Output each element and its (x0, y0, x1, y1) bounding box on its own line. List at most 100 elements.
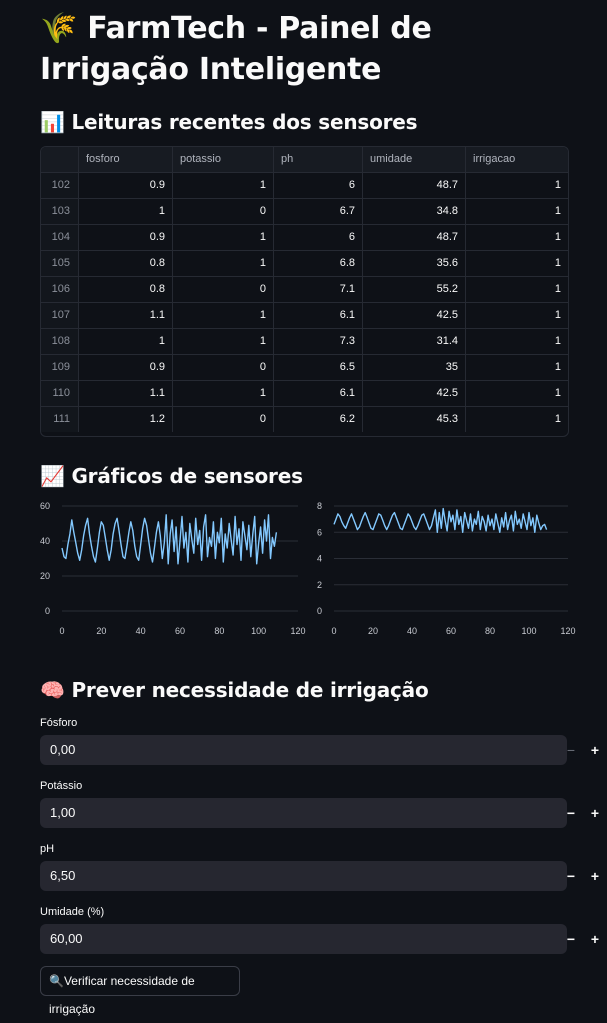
table-cell[interactable]: 6.8 (274, 251, 363, 276)
chart-right[interactable]: 0 2 4 6 8 0 20 40 60 80 100 120 (302, 496, 576, 641)
table-row: 105 0.8 1 6.8 35.6 1 (41, 251, 568, 277)
table-cell[interactable]: 6 (274, 225, 363, 250)
table-cell[interactable]: 1 (466, 225, 568, 250)
table-cell[interactable]: 0 (173, 407, 274, 432)
table-cell[interactable]: 35.6 (363, 251, 466, 276)
phosphorus-input[interactable]: 0,00 − + (40, 735, 599, 765)
table-cell[interactable]: 1 (466, 381, 568, 406)
table-cell[interactable]: 1 (173, 303, 274, 328)
table-cell[interactable]: 1.2 (79, 407, 173, 432)
table-cell[interactable]: 1 (466, 173, 568, 198)
humidity-increment-button[interactable]: + (582, 924, 607, 954)
table-row: 110 1.1 1 6.1 42.5 1 (41, 381, 568, 407)
charts-heading-text: Gráficos de sensores (71, 464, 303, 488)
ph-increment-button[interactable]: + (582, 861, 607, 891)
y-tick-label: 6 (317, 527, 322, 537)
line-chart-left[interactable]: 02040600 20 40 60 80 100 120 (30, 496, 306, 641)
phosphorus-increment-button[interactable]: + (582, 735, 607, 765)
table-cell[interactable]: 7.1 (274, 277, 363, 302)
predict-heading: 🧠 Prever necessidade de irrigação (40, 677, 429, 703)
predict-heading-text: Prever necessidade de irrigação (71, 678, 429, 702)
ph-value[interactable]: 6,50 (50, 861, 75, 891)
table-cell[interactable]: 1 (466, 355, 568, 380)
column-header[interactable]: fosforo (79, 147, 173, 172)
table-cell[interactable]: 1.1 (79, 381, 173, 406)
table-cell[interactable]: 1 (79, 199, 173, 224)
table-cell[interactable]: 55.2 (363, 277, 466, 302)
x-tick-label: 80 (485, 626, 495, 636)
table-cell[interactable]: 0 (173, 355, 274, 380)
table-cell[interactable]: 48.7 (363, 225, 466, 250)
x-tick-label: 0 (59, 626, 64, 636)
table-cell[interactable]: 1 (466, 329, 568, 354)
phosphorus-decrement-button[interactable]: − (558, 735, 584, 765)
table-cell[interactable]: 6.7 (274, 199, 363, 224)
table-cell[interactable]: 34.8 (363, 199, 466, 224)
index-header (41, 147, 79, 172)
humidity-input[interactable]: 60,00 − + (40, 924, 599, 954)
x-tick-label: 60 (446, 626, 456, 636)
table-cell[interactable]: 0.9 (79, 173, 173, 198)
line-chart-right[interactable]: 024680 20 40 60 80 100 120 (302, 496, 576, 641)
table-cell[interactable]: 0.8 (79, 277, 173, 302)
potassium-value[interactable]: 1,00 (50, 798, 75, 828)
table-cell[interactable]: 7.3 (274, 329, 363, 354)
potassium-decrement-button[interactable]: − (558, 798, 584, 828)
trend-chart-icon: 📈 (40, 464, 65, 488)
table-cell[interactable]: 1 (466, 407, 568, 432)
check-irrigation-button[interactable]: 🔍Verificar necessidade de irrigação (40, 966, 240, 1016)
table-cell[interactable]: 6.1 (274, 303, 363, 328)
humidity-decrement-button[interactable]: − (558, 924, 584, 954)
phosphorus-label: Fósforo (40, 717, 78, 729)
chart-left[interactable]: 0 20 40 60 0 20 40 60 80 100 120 (30, 496, 306, 641)
sensor-readings-table[interactable]: fosforo potassio ph umidade irrigacao 10… (40, 146, 569, 437)
potassium-increment-button[interactable]: + (582, 798, 607, 828)
rice-icon: 🌾 (40, 11, 78, 46)
x-tick-label: 40 (407, 626, 417, 636)
ph-input[interactable]: 6,50 − + (40, 861, 599, 891)
table-cell[interactable]: 1 (173, 329, 274, 354)
table-cell[interactable]: 1 (173, 381, 274, 406)
humidity-value[interactable]: 60,00 (50, 924, 83, 954)
table-cell[interactable]: 48.7 (363, 173, 466, 198)
table-cell[interactable]: 45.3 (363, 407, 466, 432)
table-cell[interactable]: 6.5 (274, 355, 363, 380)
table-cell[interactable]: 42.5 (363, 381, 466, 406)
table-cell[interactable]: 0 (173, 199, 274, 224)
row-index: 102 (41, 173, 79, 198)
x-tick-label: 20 (96, 626, 106, 636)
table-cell[interactable]: 31.4 (363, 329, 466, 354)
table-cell[interactable]: 1 (466, 303, 568, 328)
table-cell[interactable]: 0 (173, 277, 274, 302)
table-cell[interactable]: 0.9 (79, 355, 173, 380)
table-cell[interactable]: 1 (466, 251, 568, 276)
table-cell[interactable]: 35 (363, 355, 466, 380)
table-cell[interactable]: 1 (466, 199, 568, 224)
series-line[interactable] (61, 514, 278, 565)
phosphorus-value[interactable]: 0,00 (50, 735, 75, 765)
magnifier-icon: 🔍 (49, 974, 64, 988)
potassium-input[interactable]: 1,00 − + (40, 798, 599, 828)
table-cell[interactable]: 1 (466, 277, 568, 302)
table-cell[interactable]: 6.2 (274, 407, 363, 432)
table-cell[interactable]: 42.5 (363, 303, 466, 328)
ph-decrement-button[interactable]: − (558, 861, 584, 891)
x-tick-label: 0 (331, 626, 336, 636)
y-tick-label: 2 (317, 580, 322, 590)
page-title-text: FarmTech - Painel de Irrigação Inteligen… (40, 11, 432, 87)
table-cell[interactable]: 6.1 (274, 381, 363, 406)
table-cell[interactable]: 1.1 (79, 303, 173, 328)
table-cell[interactable]: 1 (173, 251, 274, 276)
table-cell[interactable]: 0.8 (79, 251, 173, 276)
table-cell[interactable]: 6 (274, 173, 363, 198)
column-header[interactable]: potassio (173, 147, 274, 172)
series-line[interactable] (333, 507, 548, 533)
table-cell[interactable]: 1 (79, 329, 173, 354)
row-index: 108 (41, 329, 79, 354)
table-cell[interactable]: 1 (173, 173, 274, 198)
column-header[interactable]: irrigacao (466, 147, 568, 172)
column-header[interactable]: umidade (363, 147, 466, 172)
column-header[interactable]: ph (274, 147, 363, 172)
table-cell[interactable]: 0.9 (79, 225, 173, 250)
table-cell[interactable]: 1 (173, 225, 274, 250)
